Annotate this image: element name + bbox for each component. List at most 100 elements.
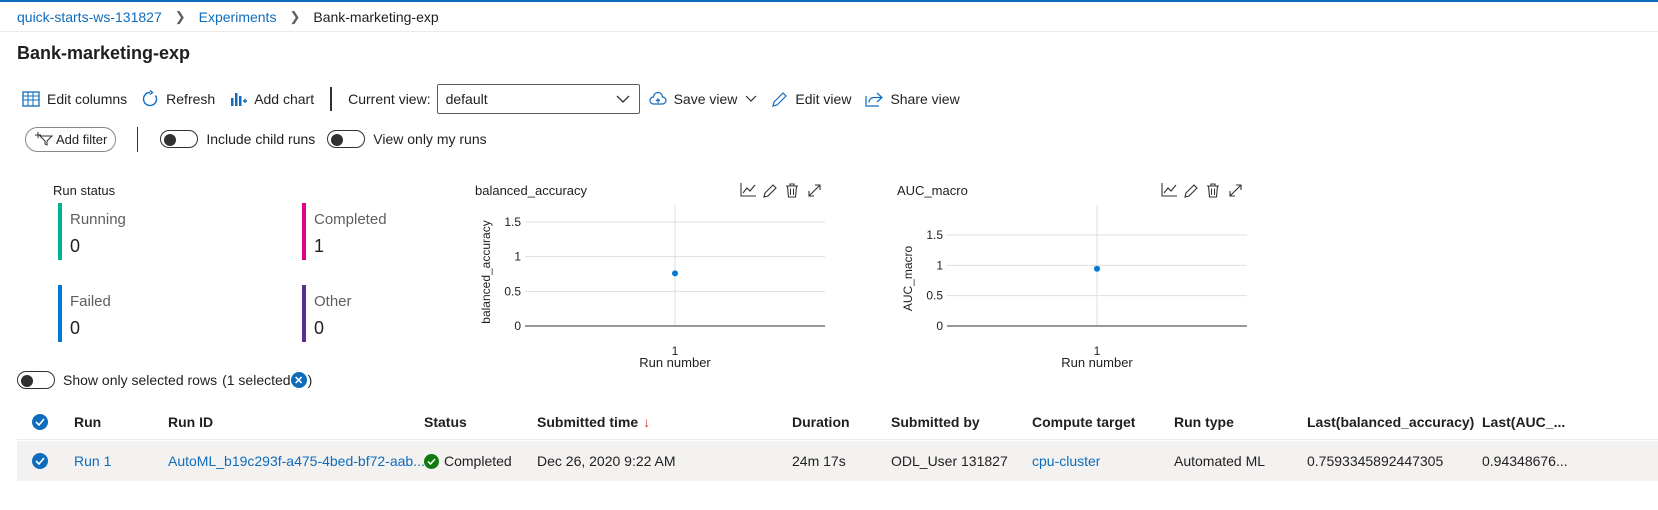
breadcrumb: quick-starts-ws-131827 ❯ Experiments ❯ B… xyxy=(17,9,439,25)
table-columns-icon xyxy=(22,91,40,107)
select-all-checkbox[interactable] xyxy=(32,405,48,439)
auc-cell: 0.94348676... xyxy=(1482,453,1568,469)
y-tick-label: 0.5 xyxy=(926,289,943,303)
current-view-dropdown[interactable]: default xyxy=(436,84,640,114)
success-check-icon xyxy=(424,453,439,469)
divider xyxy=(0,31,1658,32)
show-selected-rows: Show only selected rows (1 selected ✕ ) xyxy=(17,370,312,390)
submitted-time-cell: Dec 26, 2020 9:22 AM xyxy=(537,453,676,469)
y-tick-label: 0 xyxy=(514,319,521,333)
add-chart-label: Add chart xyxy=(254,91,315,107)
save-view-button[interactable]: Save view xyxy=(649,84,758,114)
share-view-button[interactable]: Share view xyxy=(865,84,960,114)
y-axis-label: balanced_accuracy xyxy=(479,220,493,323)
pencil-icon[interactable] xyxy=(1180,180,1202,200)
run-id-link[interactable]: AutoML_b19c293f-a475-4bed-bf72-aab... xyxy=(168,441,425,481)
edit-columns-label: Edit columns xyxy=(47,91,128,107)
status-tile-other: Other 0 xyxy=(302,285,482,343)
line-chart-icon[interactable] xyxy=(1158,180,1180,200)
view-only-my-runs-label: View only my runs xyxy=(373,131,487,147)
row-checkbox[interactable] xyxy=(32,441,48,481)
column-header-status[interactable]: Status xyxy=(424,405,467,439)
refresh-button[interactable]: Refresh xyxy=(141,84,215,114)
add-filter-button[interactable]: Add filter xyxy=(25,126,117,152)
column-header-submitted-time[interactable]: Submitted time ↓ xyxy=(537,405,650,439)
status-cell: Completed xyxy=(424,441,512,481)
edit-columns-button[interactable]: Edit columns xyxy=(22,84,127,114)
status-count: 0 xyxy=(314,318,325,338)
show-selected-rows-label: Show only selected rows xyxy=(63,372,218,388)
status-tile-completed: Completed 1 xyxy=(302,203,482,261)
page-title: Bank-marketing-exp xyxy=(17,43,191,63)
checkmark-icon xyxy=(35,457,45,465)
pencil-icon[interactable] xyxy=(759,180,781,200)
clear-selection-icon[interactable]: ✕ xyxy=(290,372,307,388)
table-header: Run Run ID Status Submitted time ↓ Durat… xyxy=(17,405,1658,440)
status-tile-running: Running 0 xyxy=(58,203,238,261)
view-only-my-runs-toggle[interactable] xyxy=(327,130,366,148)
column-header-submitted-by[interactable]: Submitted by xyxy=(891,405,980,439)
trash-icon[interactable] xyxy=(781,180,803,200)
submitted-time-label: Submitted time xyxy=(537,414,639,430)
selected-count-suffix: ) xyxy=(307,372,313,388)
breadcrumb-experiments-link[interactable]: Experiments xyxy=(199,9,277,25)
toolbar-divider xyxy=(330,87,333,111)
status-label: Failed xyxy=(70,293,111,310)
chevron-down-icon xyxy=(616,95,630,103)
expand-icon[interactable] xyxy=(803,180,825,200)
x-axis-label: Run number xyxy=(1061,355,1133,370)
compute-target-link[interactable]: cpu-cluster xyxy=(1032,441,1100,481)
edit-view-label: Edit view xyxy=(795,91,852,107)
trash-icon[interactable] xyxy=(1202,180,1224,200)
selected-count: (1 selected xyxy=(222,372,291,388)
data-point xyxy=(1094,265,1100,272)
balanced-accuracy-chart: 00.511.51Run numberbalanced_accuracy xyxy=(479,205,825,370)
edit-view-button[interactable]: Edit view xyxy=(771,84,851,114)
column-header-compute-target[interactable]: Compute target xyxy=(1032,405,1135,439)
chart-title: AUC_macro xyxy=(897,183,968,198)
column-header-run-id[interactable]: Run ID xyxy=(168,405,213,439)
y-tick-label: 1.5 xyxy=(504,215,521,229)
status-label: Other xyxy=(314,293,352,310)
breadcrumb-current: Bank-marketing-exp xyxy=(313,9,439,25)
expand-icon[interactable] xyxy=(1224,180,1246,200)
status-bar xyxy=(58,203,62,260)
filter-divider xyxy=(137,126,139,152)
column-header-balanced-accuracy[interactable]: Last(balanced_accuracy) xyxy=(1307,405,1474,439)
y-tick-label: 1 xyxy=(936,258,943,272)
add-chart-button[interactable]: Add chart xyxy=(229,84,314,114)
sort-descending-icon: ↓ xyxy=(643,414,651,430)
chevron-down-icon xyxy=(745,95,757,102)
y-tick-label: 1 xyxy=(514,250,521,264)
add-filter-icon xyxy=(35,132,54,146)
save-view-label: Save view xyxy=(673,91,738,107)
status-text: Completed xyxy=(444,453,512,469)
add-chart-icon xyxy=(231,93,248,106)
column-header-run-type[interactable]: Run type xyxy=(1174,405,1234,439)
chart-toolbar xyxy=(1158,180,1246,200)
column-header-run[interactable]: Run xyxy=(74,405,101,439)
column-header-auc[interactable]: Last(AUC_... xyxy=(1482,405,1565,439)
share-icon xyxy=(865,92,884,107)
submitted-by-cell: ODL_User 131827 xyxy=(891,453,1008,469)
data-point xyxy=(672,270,678,277)
command-bar: Edit columns Refresh Add chart Current v… xyxy=(22,84,960,114)
include-child-runs-toggle[interactable] xyxy=(160,130,199,148)
include-child-runs-label: Include child runs xyxy=(206,131,316,147)
chart-toolbar xyxy=(737,180,825,200)
status-bar xyxy=(302,285,306,342)
column-header-duration[interactable]: Duration xyxy=(792,405,850,439)
add-filter-label: Add filter xyxy=(56,131,108,147)
pencil-icon xyxy=(772,91,788,107)
chevron-right-icon: ❯ xyxy=(174,9,186,24)
line-chart-icon[interactable] xyxy=(737,180,759,200)
table-row[interactable]: Run 1 AutoML_b19c293f-a475-4bed-bf72-aab… xyxy=(17,441,1658,481)
current-view-value: default xyxy=(445,91,488,107)
show-selected-rows-toggle[interactable] xyxy=(17,371,55,389)
status-bar xyxy=(58,285,62,342)
share-view-label: Share view xyxy=(890,91,960,107)
cloud-upload-icon xyxy=(649,91,667,105)
run-name-link[interactable]: Run 1 xyxy=(74,441,111,481)
status-count: 1 xyxy=(314,236,325,256)
breadcrumb-workspace-link[interactable]: quick-starts-ws-131827 xyxy=(17,9,162,25)
